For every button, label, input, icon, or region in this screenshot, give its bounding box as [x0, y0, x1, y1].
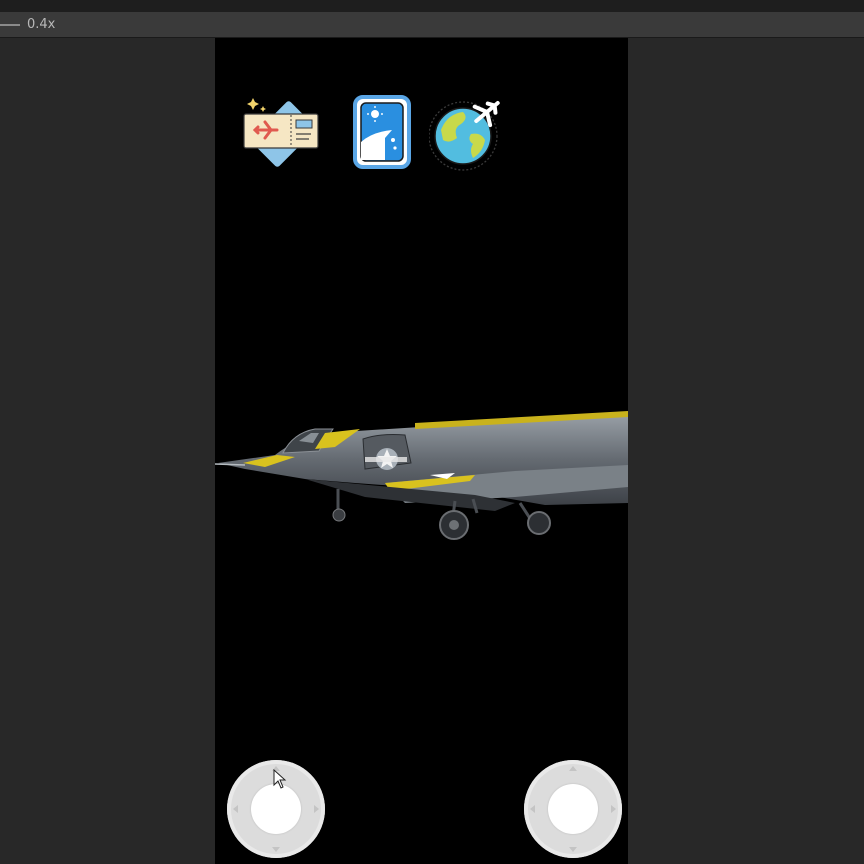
joystick-left-arrow-icon [233, 805, 238, 813]
right-joystick[interactable] [524, 760, 622, 858]
airplane-window-icon[interactable] [352, 94, 412, 170]
left-joystick-knob[interactable] [251, 784, 301, 834]
joystick-left-arrow-icon [530, 805, 535, 813]
scale-slider[interactable] [0, 24, 20, 26]
right-joystick-knob[interactable] [548, 784, 598, 834]
jet-fighter-model [215, 403, 628, 553]
right-letterbox [628, 38, 864, 864]
left-letterbox [0, 38, 215, 864]
mouse-cursor-icon [273, 768, 287, 789]
ticket-icon[interactable] [241, 92, 321, 172]
joystick-right-arrow-icon [314, 805, 319, 813]
editor-top-strip [0, 0, 864, 12]
joystick-right-arrow-icon [611, 805, 616, 813]
game-viewport[interactable] [215, 38, 628, 864]
scale-label: 0.4x [27, 17, 56, 32]
joystick-down-arrow-icon [569, 847, 577, 852]
globe-plane-icon[interactable] [428, 94, 507, 172]
joystick-down-arrow-icon [272, 847, 280, 852]
game-view-toolbar: 0.4x [0, 12, 864, 38]
joystick-up-arrow-icon [569, 766, 577, 771]
